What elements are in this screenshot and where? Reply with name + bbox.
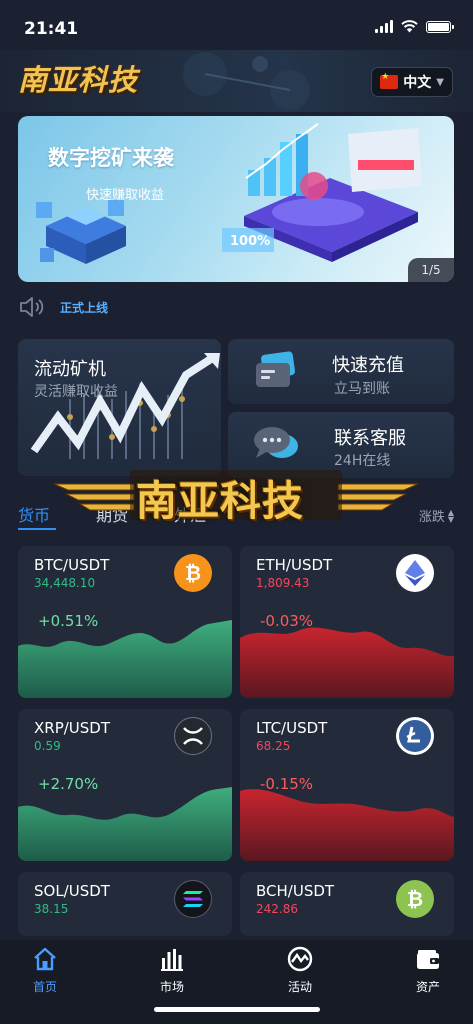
status-time: 21:41 [24, 19, 79, 39]
pair-price: 34,448.10 [34, 576, 96, 590]
app-logo: 南亚科技 [18, 63, 139, 97]
recharge-card-subtitle: 立马到账 [334, 381, 390, 397]
tab-currency[interactable]: 货币 [18, 502, 50, 526]
chat-bubble-icon [254, 427, 298, 458]
tabbar-label: 首页 [32, 980, 57, 994]
xrp-icon [174, 717, 212, 755]
market-card-btc[interactable]: BTC/USDT 34,448.10 +0.51% ₿ [18, 546, 232, 698]
market-card-xrp[interactable]: XRP/USDT 0.59 +2.70% [18, 709, 232, 861]
svg-text:100%: 100% [230, 234, 270, 249]
activity-icon [287, 946, 313, 972]
promo-banner[interactable]: 100% 数字挖矿来袭 快速赚取收益 1/5 [18, 116, 454, 282]
tabbar-label: 活动 [287, 980, 312, 994]
mining-card-subtitle: 灵活赚取收益 [34, 384, 118, 400]
battery-icon [426, 20, 454, 33]
banner-page-indicator: 1/5 [408, 258, 454, 282]
bar-chart-icon [161, 949, 183, 971]
speaker-icon [20, 297, 44, 317]
market-card-sol[interactable]: SOL/USDT 38.15 [18, 872, 232, 936]
tabbar-item-market[interactable]: 市场 [137, 946, 207, 995]
banner-title: 数字挖矿来袭 [48, 146, 174, 170]
market-card-bch[interactable]: BCH/USDT 242.86 ₿ [240, 872, 454, 936]
active-tab-underline [18, 528, 56, 530]
sparkline-eth [240, 627, 454, 698]
pair-price: 68.25 [256, 739, 291, 753]
language-selector[interactable]: 中文 ▼ [371, 67, 453, 97]
mining-card[interactable]: 流动矿机 灵活赚取收益 [18, 339, 221, 476]
sparkline-btc [18, 620, 232, 698]
pair-name: ETH/USDT [256, 556, 333, 574]
ethereum-icon [396, 554, 434, 592]
pair-name: XRP/USDT [34, 719, 111, 737]
mining-card-title: 流动矿机 [34, 359, 106, 380]
market-card-eth[interactable]: ETH/USDT 1,809.43 -0.03% [240, 546, 454, 698]
sort-label: 涨跌 [418, 510, 445, 525]
market-card-ltc[interactable]: LTC/USDT 68.25 -0.15% [240, 709, 454, 861]
home-icon [34, 947, 56, 971]
service-card-subtitle: 24H在线 [334, 453, 391, 469]
tabbar-item-assets[interactable]: 资产 [393, 946, 463, 995]
recharge-card[interactable]: 快速充值 立马到账 [228, 339, 454, 404]
sort-by-change[interactable]: 涨跌 ▲ ▼ [419, 506, 454, 525]
pair-price: 1,809.43 [256, 576, 310, 590]
market-tabs: 货币 期货 外汇 涨跌 ▲ ▼ [18, 502, 454, 532]
status-bar: 21:41 [0, 0, 473, 50]
solana-icon [174, 880, 212, 918]
china-flag-icon [380, 72, 399, 89]
banner-illustration: 100% [36, 123, 422, 264]
cellular-signal-icon [375, 20, 393, 33]
recharge-card-title: 快速充值 [332, 355, 404, 376]
litecoin-icon [396, 717, 434, 755]
sort-arrows-icon: ▲ ▼ [447, 507, 454, 524]
wallet-icon [417, 950, 439, 969]
tab-futures[interactable]: 期货 [96, 502, 128, 526]
tabbar-item-home[interactable]: 首页 [10, 946, 80, 995]
sparkline-ltc [240, 789, 454, 861]
banner-subtitle: 快速赚取收益 [86, 188, 165, 203]
service-card[interactable]: 联系客服 24H在线 [228, 412, 454, 478]
status-icons [375, 20, 454, 33]
notice-text: 正式上线 [60, 300, 109, 315]
app-header: 南亚科技 中文 ▼ [0, 50, 473, 112]
header-decoration [183, 52, 310, 110]
pair-price: 242.86 [256, 902, 298, 916]
credit-card-icon [256, 351, 295, 387]
tabbar-label: 资产 [415, 980, 440, 994]
pair-price: 0.59 [34, 739, 61, 753]
bitcoin-icon: ₿ [174, 554, 212, 592]
home-indicator [154, 1007, 320, 1012]
pair-price: 38.15 [34, 902, 69, 916]
pair-name: BCH/USDT [256, 882, 335, 900]
chevron-down-icon: ▼ [436, 76, 444, 88]
tabbar-label: 市场 [159, 980, 184, 994]
tabbar-item-activity[interactable]: 活动 [265, 946, 335, 995]
language-label: 中文 [403, 75, 432, 91]
bitcoin-cash-icon: ₿ [396, 880, 434, 918]
notice-bar[interactable]: 正式上线 [18, 294, 108, 320]
service-card-title: 联系客服 [334, 428, 406, 449]
wifi-icon [401, 20, 418, 33]
pair-name: LTC/USDT [256, 719, 328, 737]
pair-name: SOL/USDT [34, 882, 110, 900]
pair-name: BTC/USDT [34, 556, 110, 574]
tab-forex[interactable]: 外汇 [174, 502, 206, 526]
sparkline-xrp [18, 787, 232, 861]
